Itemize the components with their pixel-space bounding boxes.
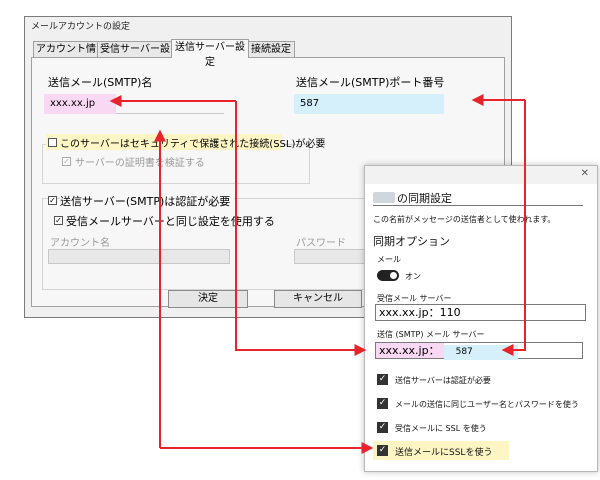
connector-arrows: [109, 94, 526, 454]
arrow-icon: [501, 100, 526, 356]
arrow-icon: [235, 101, 367, 356]
tab-outgoing-server[interactable]: 送信サーバー設定: [171, 39, 249, 68]
